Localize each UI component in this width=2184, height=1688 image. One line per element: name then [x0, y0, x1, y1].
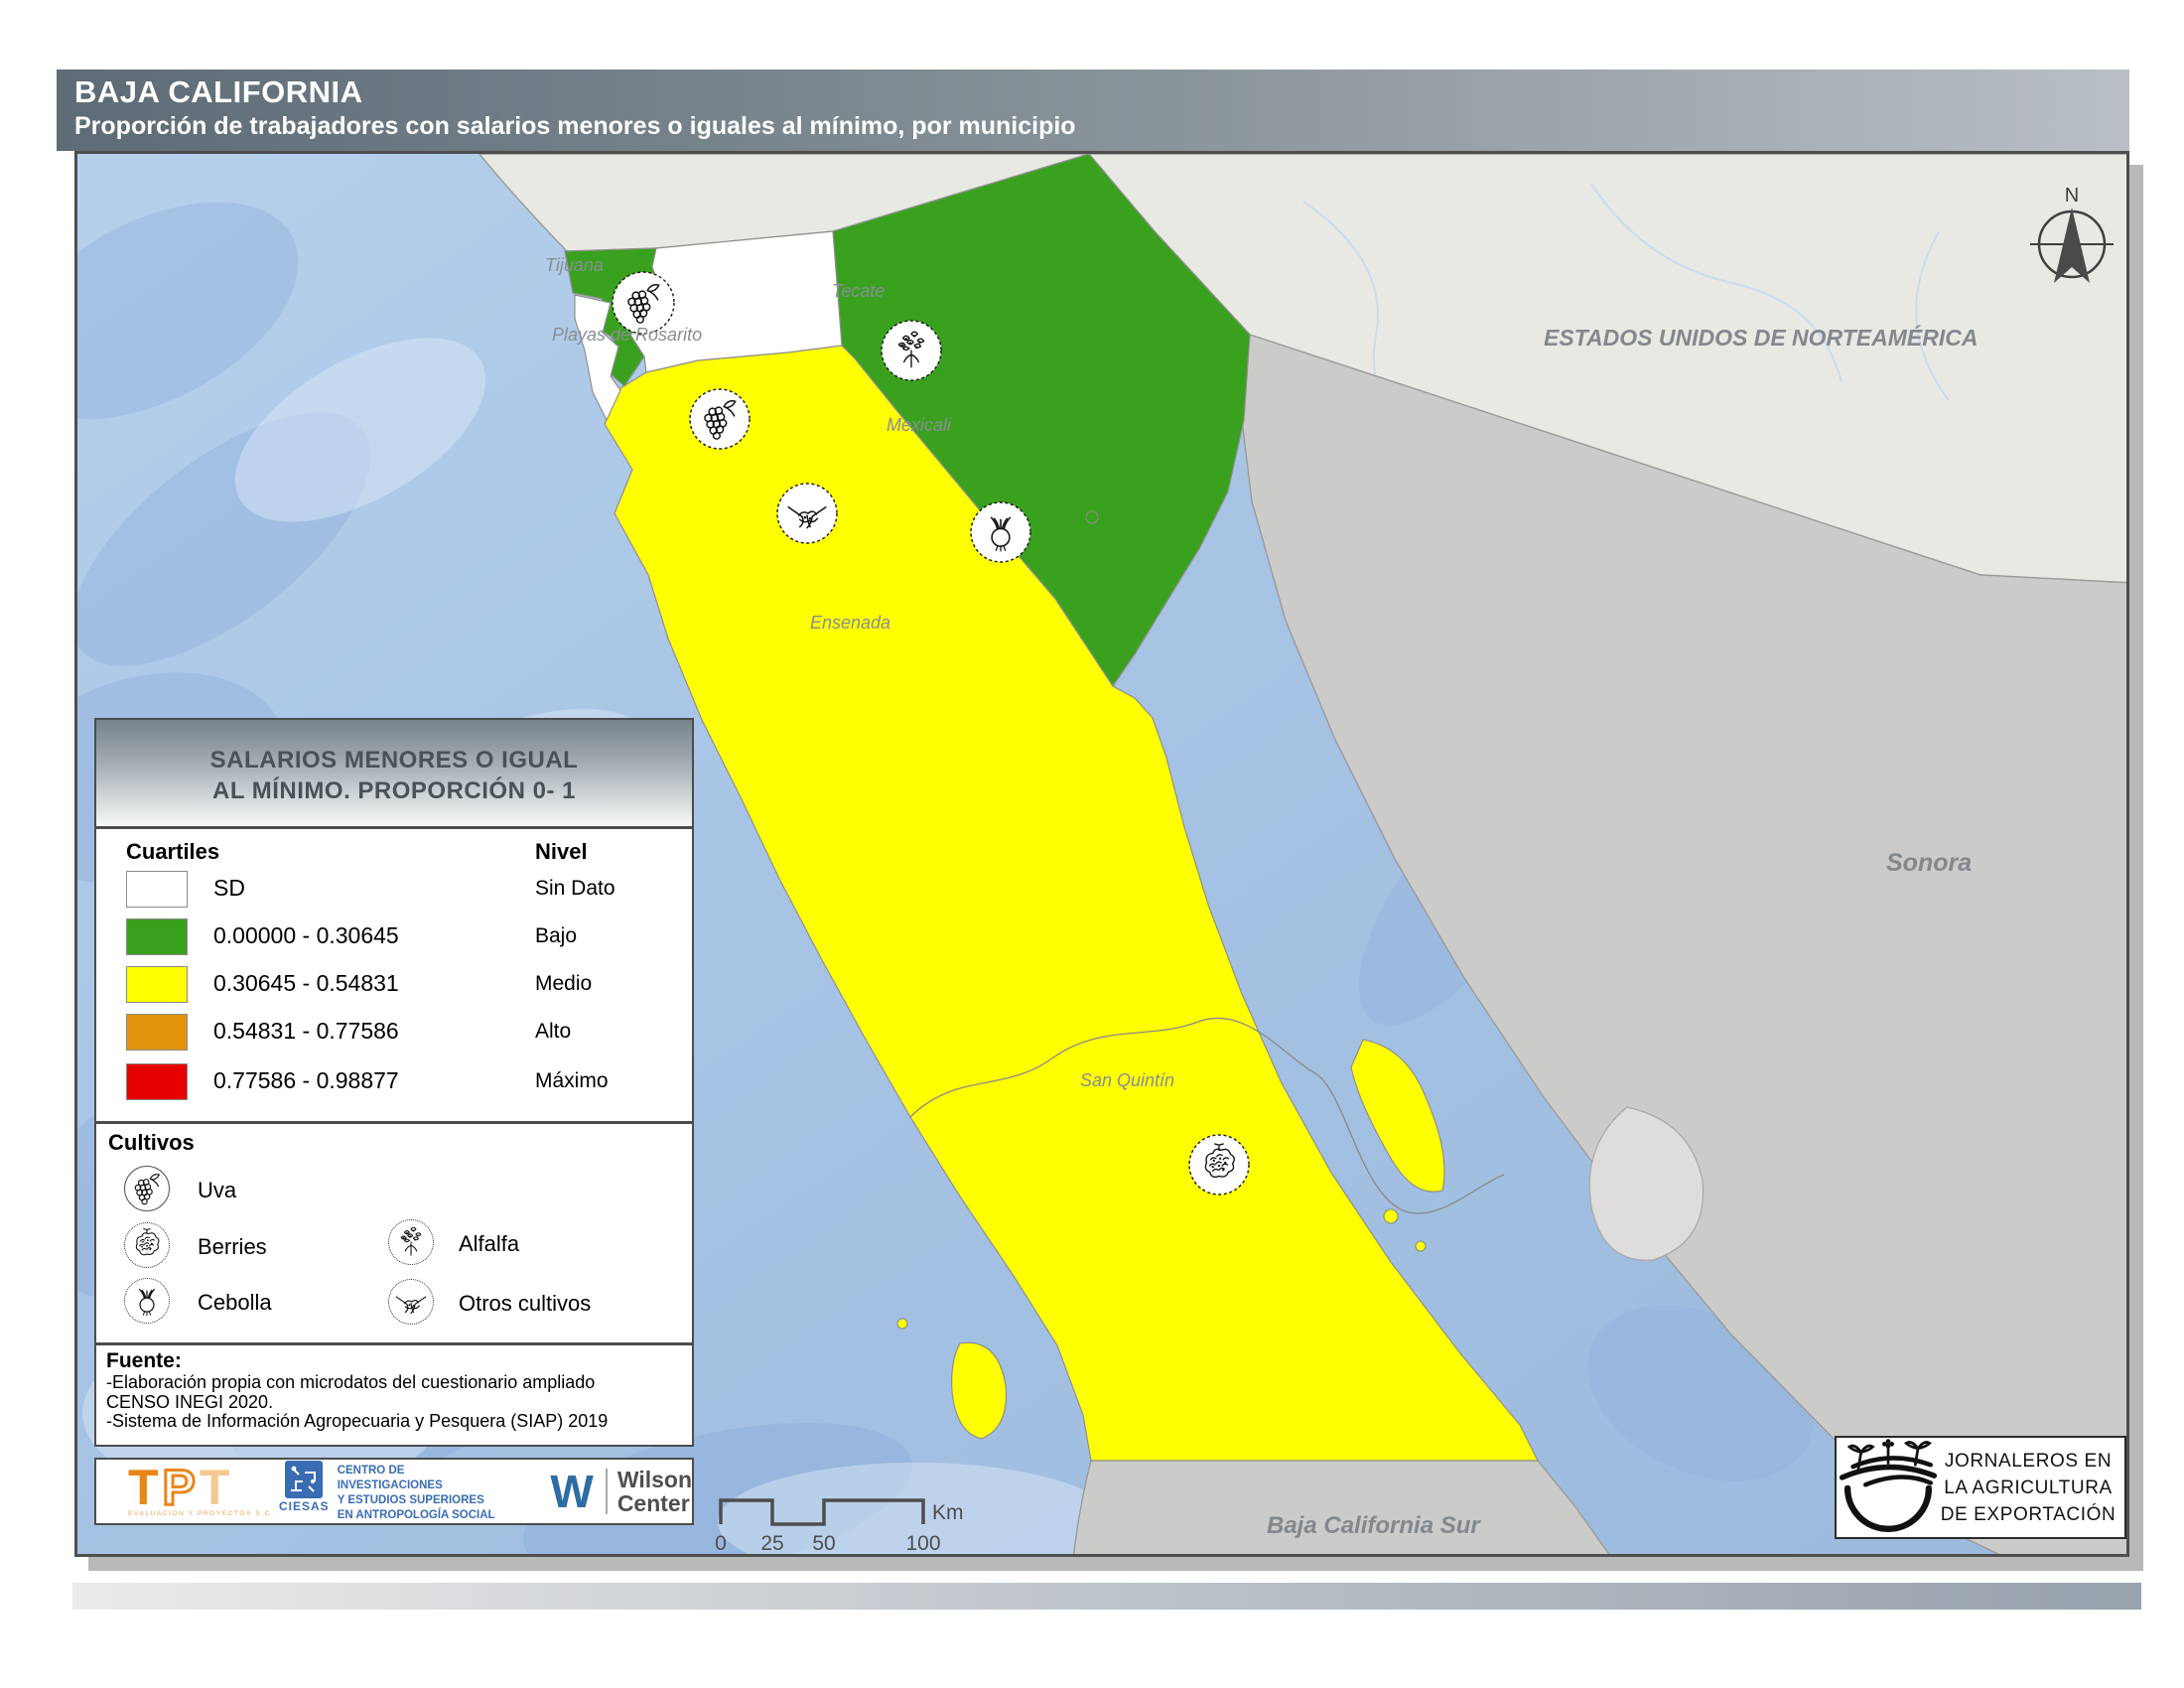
- legend-swatch-alto: [126, 1014, 188, 1051]
- legend-classes: Cuartiles Nivel SD Sin Dato 0.00000 - 0.…: [96, 829, 692, 1124]
- tpt-letter: T: [128, 1460, 163, 1515]
- region-bcs: [1073, 1461, 1613, 1554]
- source-line: -Elaboración propia con microdatos del c…: [106, 1373, 684, 1393]
- source-line: -Sistema de Información Agropecuaria y P…: [106, 1412, 684, 1432]
- legend-range: 0.54831 - 0.77586: [213, 1018, 399, 1045]
- legend-swatch-sd: [126, 871, 188, 908]
- page-subtitle: Proporción de trabajadores con salarios …: [74, 111, 2129, 141]
- tpt-letter: T: [200, 1460, 234, 1515]
- scale-tick-0: 0: [715, 1532, 727, 1554]
- wilson-w-mark: W: [550, 1469, 593, 1514]
- legend-swatch-bajo: [126, 918, 188, 955]
- map-label-usa: ESTADOS UNIDOS DE NORTEAMÉRICA: [1544, 324, 1978, 351]
- legend-row: 0.00000 - 0.30645 Bajo: [96, 918, 692, 956]
- jornaleros-logo-box: JORNALEROS EN LA AGRICULTURA DE EXPORTAC…: [1835, 1436, 2126, 1539]
- cultivos-header: Cultivos: [108, 1130, 195, 1156]
- grape-icon: [690, 389, 750, 449]
- grape-icon: [124, 1166, 170, 1211]
- legend-range: SD: [213, 875, 245, 902]
- alfalfa-icon: [882, 321, 941, 380]
- legend-level: Bajo: [535, 924, 577, 948]
- legend-row: 0.30645 - 0.54831 Medio: [96, 966, 692, 1004]
- green-islet: [1086, 511, 1098, 523]
- legend-source: Fuente: -Elaboración propia con microdat…: [96, 1345, 692, 1445]
- ciesas-logo: CIESAS CENTRO DE INVESTIGACIONES Y ESTUD…: [279, 1461, 512, 1523]
- map-label-mexicali: Mexicali: [887, 415, 952, 435]
- legend-title: SALARIOS MENORES O IGUAL AL MÍNIMO. PROP…: [96, 720, 692, 829]
- cultivo-label: Otros cultivos: [459, 1291, 591, 1317]
- legend-row: SD Sin Dato: [96, 871, 692, 909]
- cultivo-label: Alfalfa: [459, 1231, 519, 1257]
- cultivo-label: Berries: [198, 1234, 267, 1260]
- legend-level: Medio: [535, 972, 592, 996]
- legend-level-header: Nivel: [535, 839, 588, 865]
- source-header: Fuente:: [106, 1349, 684, 1373]
- legend-row: 0.54831 - 0.77586 Alto: [96, 1014, 692, 1052]
- page-title: BAJA CALIFORNIA: [74, 75, 2129, 109]
- scale-tick-50: 50: [812, 1532, 835, 1554]
- wilson-name-line: Wilson: [617, 1468, 692, 1491]
- legend-quartiles-header: Cuartiles: [126, 839, 219, 865]
- source-line: CENSO INEGI 2020.: [106, 1393, 684, 1413]
- ciesas-acronym: CIESAS: [279, 1499, 330, 1513]
- legend-title-line2: AL MÍNIMO. PROPORCIÓN 0- 1: [96, 775, 692, 806]
- tpt-subtext: EVALUACIÓN Y PROYECTOS S.C.: [128, 1510, 237, 1517]
- jornaleros-text-line: DE EXPORTACIÓN: [1938, 1501, 2118, 1528]
- ciesas-icon: [285, 1461, 323, 1498]
- other-crops-icon: [388, 1279, 434, 1325]
- ciesas-text-line: Y ESTUDIOS SUPERIORES: [338, 1493, 513, 1508]
- tpt-logo: TPT EVALUACIÓN Y PROYECTOS S.C.: [128, 1466, 237, 1517]
- legend-swatch-maximo: [126, 1063, 188, 1100]
- cultivo-label: Uva: [198, 1178, 236, 1203]
- legend-level: Alto: [535, 1020, 571, 1044]
- alfalfa-icon: [388, 1219, 434, 1265]
- legend-swatch-medio: [126, 966, 188, 1003]
- other-crops-icon: [777, 484, 837, 543]
- cultivo-label: Cebolla: [198, 1290, 272, 1316]
- map-label-san-quintin: San Quintín: [1080, 1070, 1174, 1090]
- onion-icon: [124, 1278, 170, 1324]
- north-label: N: [2065, 185, 2079, 207]
- footer-gradient-bar: [72, 1583, 2141, 1610]
- berries-icon: [124, 1222, 170, 1268]
- berries-icon: [1189, 1135, 1249, 1195]
- map-label-bcs: Baja California Sur: [1267, 1512, 1481, 1539]
- tpt-letter: P: [163, 1460, 200, 1515]
- map-label-tijuana: Tijuana: [545, 255, 604, 275]
- ciesas-text-line: CENTRO DE INVESTIGACIONES: [338, 1464, 513, 1493]
- map-label-playas: Playas de Rosarito: [552, 325, 702, 345]
- map-label-tecate: Tecate: [832, 281, 885, 301]
- legend-cultivos: Cultivos Uva Berries Cebolla Alfalfa Otr…: [96, 1124, 692, 1345]
- scale-tick-25: 25: [760, 1532, 783, 1554]
- legend-range: 0.00000 - 0.30645: [213, 922, 399, 949]
- logos-box: TPT EVALUACIÓN Y PROYECTOS S.C. CIESAS: [94, 1458, 694, 1525]
- legend-title-line1: SALARIOS MENORES O IGUAL: [96, 745, 692, 775]
- ciesas-text-line: EN ANTROPOLOGÍA SOCIAL: [338, 1508, 513, 1523]
- legend-row: 0.77586 - 0.98877 Máximo: [96, 1063, 692, 1101]
- jornaleros-text-line: LA AGRICULTURA: [1938, 1475, 2118, 1501]
- legend-range: 0.30645 - 0.54831: [213, 970, 399, 997]
- legend-level: Máximo: [535, 1069, 609, 1093]
- legend-range: 0.77586 - 0.98877: [213, 1067, 399, 1094]
- jornaleros-text-line: JORNALEROS EN: [1938, 1448, 2118, 1475]
- scale-tick-100: 100: [905, 1532, 940, 1554]
- wilson-divider: [606, 1469, 608, 1514]
- onion-icon: [971, 502, 1030, 562]
- jornaleros-field-icon: [1839, 1438, 1938, 1537]
- legend-panel: SALARIOS MENORES O IGUAL AL MÍNIMO. PROP…: [94, 718, 694, 1447]
- header-bar: BAJA CALIFORNIA Proporción de trabajador…: [57, 70, 2129, 151]
- legend-level: Sin Dato: [535, 877, 615, 901]
- wilson-center-logo: W Wilson Center: [550, 1468, 692, 1515]
- wilson-name-line: Center: [617, 1491, 692, 1515]
- map-label-sonora: Sonora: [1886, 849, 1972, 877]
- scale-unit: Km: [932, 1501, 964, 1524]
- map-label-ensenada: Ensenada: [810, 613, 890, 633]
